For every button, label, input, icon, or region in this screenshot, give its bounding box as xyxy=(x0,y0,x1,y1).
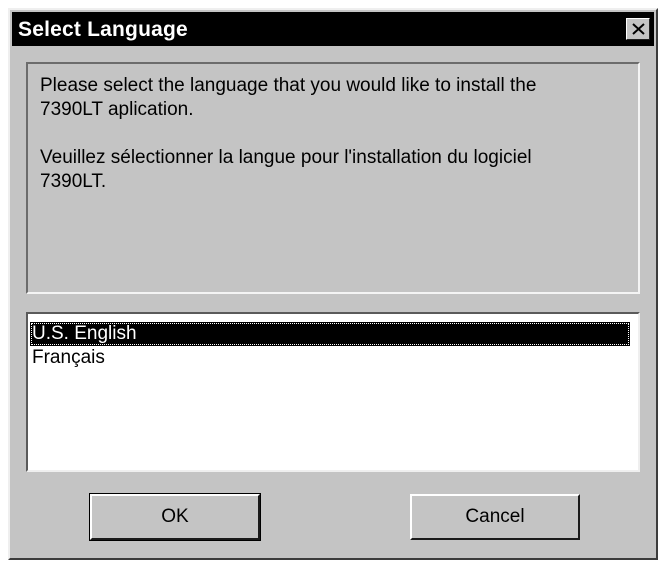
language-listbox[interactable]: U.S. English Français xyxy=(26,312,640,472)
message-french: Veuillez sélectionner la langue pour l'i… xyxy=(40,147,532,192)
list-item-francais[interactable]: Français xyxy=(30,346,638,370)
message-english: Please select the language that you woul… xyxy=(40,75,537,120)
dialog-title: Select Language xyxy=(18,18,188,41)
close-button[interactable] xyxy=(626,18,650,40)
list-item-us-english[interactable]: U.S. English xyxy=(30,322,630,346)
title-bar[interactable]: Select Language xyxy=(12,12,654,46)
ok-button[interactable]: OK xyxy=(89,493,261,541)
select-language-dialog: Select Language Please select the langua… xyxy=(8,8,658,560)
close-icon xyxy=(632,23,645,35)
message-panel: Please select the language that you woul… xyxy=(26,62,640,294)
cancel-button[interactable]: Cancel xyxy=(410,494,580,540)
